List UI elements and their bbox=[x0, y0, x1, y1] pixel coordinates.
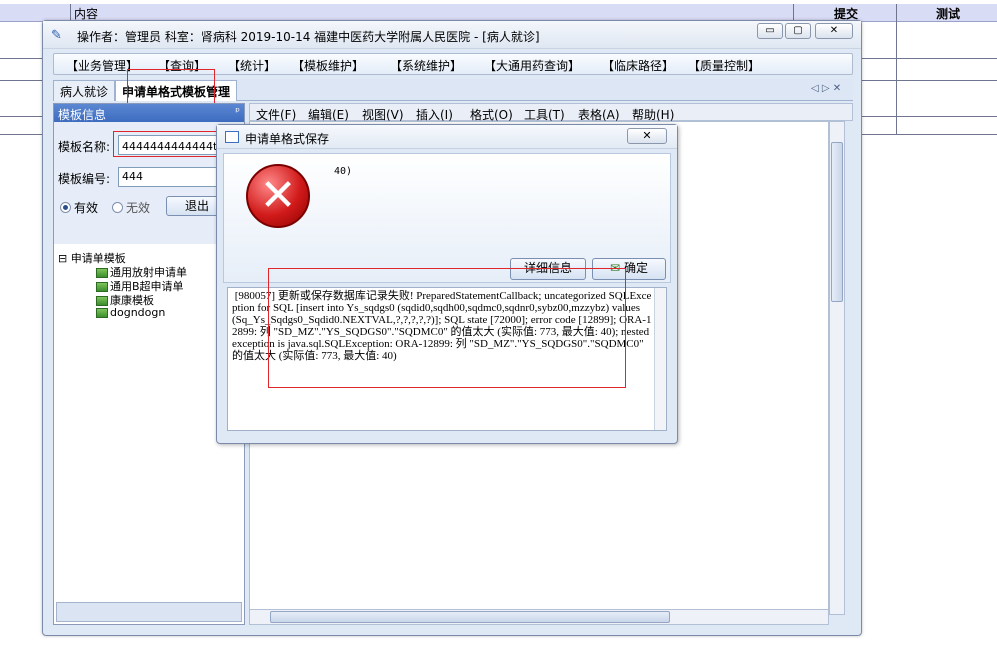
panel-title-text: 模板信息 bbox=[58, 108, 107, 122]
dialog-close-button[interactable]: ✕ bbox=[627, 128, 667, 144]
header-test: 测试 bbox=[936, 7, 961, 21]
error-icon: ✕ bbox=[246, 164, 310, 228]
menu-template-maintenance[interactable]: 【模板维护】 bbox=[292, 57, 364, 74]
panel-title: 模板信息 ᵖ bbox=[54, 104, 244, 122]
tree-item-label: dogndogn bbox=[110, 306, 166, 319]
window-title: 操作者：管理员 科室：肾病科 2019-10-14 福建中医药大学附属人民医院 … bbox=[77, 30, 540, 44]
menu-system-maintenance[interactable]: 【系统维护】 bbox=[390, 57, 462, 74]
minimize-button[interactable]: ▭ bbox=[757, 23, 783, 39]
tab-nav-icons[interactable]: ◁ ▷ ✕ bbox=[811, 83, 841, 94]
leaf-icon bbox=[96, 282, 108, 292]
app-icon: ✎ bbox=[51, 28, 62, 43]
tree-item[interactable]: 通用放射申请单 bbox=[58, 264, 187, 279]
scroll-thumb[interactable] bbox=[831, 142, 843, 302]
pin-icon[interactable]: ᵖ bbox=[235, 105, 240, 118]
leaf-icon bbox=[96, 268, 108, 278]
detail-scrollbar[interactable] bbox=[654, 288, 666, 430]
scroll-thumb[interactable] bbox=[270, 611, 670, 623]
valid-radio[interactable] bbox=[60, 202, 71, 213]
tab-patient-visit[interactable]: 病人就诊 bbox=[53, 80, 116, 101]
error-x-icon: ✕ bbox=[259, 170, 297, 221]
horizontal-scrollbar[interactable] bbox=[249, 609, 829, 625]
maximize-button[interactable]: ▢ bbox=[785, 23, 811, 39]
close-button[interactable]: ✕ bbox=[815, 23, 853, 39]
dialog-window-icon bbox=[225, 131, 239, 143]
dialog-message-area: ✕ 40) 详细信息 ✉ 确定 bbox=[223, 153, 671, 283]
menu-drug-query[interactable]: 【大通用药查询】 bbox=[484, 57, 580, 74]
template-name-label: 模板名称: bbox=[58, 140, 111, 154]
menu-quality-control[interactable]: 【质量控制】 bbox=[688, 57, 760, 74]
menu-statistics[interactable]: 【统计】 bbox=[228, 57, 276, 74]
leaf-icon bbox=[96, 308, 108, 318]
vertical-scrollbar[interactable] bbox=[829, 121, 845, 615]
template-tree: ⊟ 申请单模板 通用放射申请单 通用B超申请单 康康模板 dogndogn bbox=[58, 250, 187, 320]
panel-bottom-bar bbox=[56, 602, 242, 622]
editor-menubar: 文件(F) 编辑(E) 视图(V) 插入(I) 格式(O) 工具(T) 表格(A… bbox=[249, 103, 853, 122]
template-code-label: 模板编号: bbox=[58, 172, 111, 186]
valid-label: 有效 bbox=[74, 201, 99, 215]
invalid-label: 无效 bbox=[126, 201, 151, 215]
dialog-message: 40) bbox=[334, 166, 353, 177]
tree-root[interactable]: ⊟ 申请单模板 bbox=[58, 250, 187, 265]
dialog-title: 申请单格式保存 bbox=[245, 132, 330, 146]
leaf-icon bbox=[96, 296, 108, 306]
ok-button-label: 确定 bbox=[623, 261, 648, 275]
tree-item[interactable]: dogndogn bbox=[58, 306, 187, 320]
dialog-titlebar: 申请单格式保存 ✕ bbox=[217, 125, 677, 149]
tree-item[interactable]: 通用B超申请单 bbox=[58, 278, 187, 293]
invalid-radio[interactable] bbox=[112, 202, 123, 213]
highlight-box bbox=[268, 268, 626, 388]
menu-clinical-path[interactable]: 【临床路径】 bbox=[602, 57, 674, 74]
highlight-box bbox=[113, 131, 227, 157]
window-titlebar: ✎ 操作者：管理员 科室：肾病科 2019-10-14 福建中医药大学附属人民医… bbox=[43, 21, 861, 49]
tree-item[interactable]: 康康模板 bbox=[58, 292, 187, 307]
